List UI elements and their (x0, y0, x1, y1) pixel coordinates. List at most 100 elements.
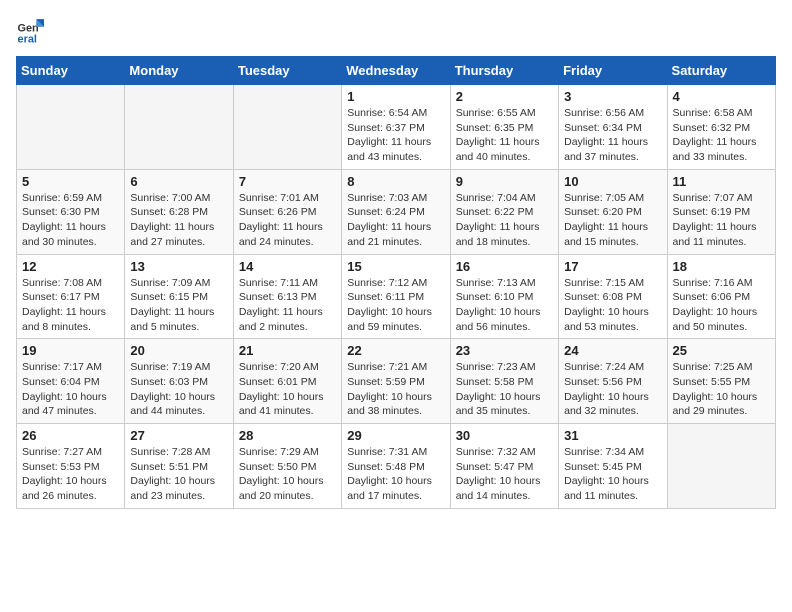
calendar-cell: 19 Sunrise: 7:17 AMSunset: 6:04 PMDayligh… (17, 339, 125, 424)
day-info: Sunrise: 7:00 AMSunset: 6:28 PMDaylight:… (130, 191, 227, 250)
calendar-cell: 17 Sunrise: 7:15 AMSunset: 6:08 PMDayligh… (559, 254, 667, 339)
day-number: 26 (22, 428, 119, 443)
day-info: Sunrise: 7:13 AMSunset: 6:10 PMDaylight:… (456, 276, 553, 335)
calendar-cell: 10 Sunrise: 7:05 AMSunset: 6:20 PMDayligh… (559, 169, 667, 254)
calendar-cell: 29 Sunrise: 7:31 AMSunset: 5:48 PMDayligh… (342, 424, 450, 509)
weekday-header: Tuesday (233, 57, 341, 85)
day-info: Sunrise: 7:32 AMSunset: 5:47 PMDaylight:… (456, 445, 553, 504)
calendar-cell: 12Sunrise: 7:08 AMSunset: 6:17 PMDayligh… (17, 254, 125, 339)
calendar-cell (667, 424, 775, 509)
calendar-cell: 30 Sunrise: 7:32 AMSunset: 5:47 PMDayligh… (450, 424, 558, 509)
calendar-cell: 16 Sunrise: 7:13 AMSunset: 6:10 PMDayligh… (450, 254, 558, 339)
day-number: 27 (130, 428, 227, 443)
calendar-cell: 11 Sunrise: 7:07 AMSunset: 6:19 PMDayligh… (667, 169, 775, 254)
day-number: 29 (347, 428, 444, 443)
day-number: 5 (22, 174, 119, 189)
calendar-cell: 2Sunrise: 6:55 AMSunset: 6:35 PMDaylight… (450, 85, 558, 170)
calendar-cell: 20 Sunrise: 7:19 AMSunset: 6:03 PMDayligh… (125, 339, 233, 424)
page-header: Gen eral (16, 16, 776, 44)
calendar-cell: 13 Sunrise: 7:09 AMSunset: 6:15 PMDayligh… (125, 254, 233, 339)
day-info: Sunrise: 7:23 AMSunset: 5:58 PMDaylight:… (456, 360, 553, 419)
day-number: 30 (456, 428, 553, 443)
logo: Gen eral (16, 16, 48, 44)
day-number: 7 (239, 174, 336, 189)
day-number: 18 (673, 259, 770, 274)
day-info: Sunrise: 6:59 AMSunset: 6:30 PMDaylight:… (22, 191, 119, 250)
day-info: Sunrise: 7:04 AMSunset: 6:22 PMDaylight:… (456, 191, 553, 250)
calendar-cell: 15Sunrise: 7:12 AMSunset: 6:11 PMDayligh… (342, 254, 450, 339)
calendar-cell: 1 Sunrise: 6:54 AMSunset: 6:37 PMDaylight… (342, 85, 450, 170)
day-number: 25 (673, 343, 770, 358)
calendar-table: SundayMondayTuesdayWednesdayThursdayFrid… (16, 56, 776, 509)
day-info: Sunrise: 6:54 AMSunset: 6:37 PMDaylight:… (347, 106, 444, 165)
day-number: 21 (239, 343, 336, 358)
calendar-cell: 14Sunrise: 7:11 AMSunset: 6:13 PMDayligh… (233, 254, 341, 339)
day-info: Sunrise: 7:08 AMSunset: 6:17 PMDaylight:… (22, 276, 119, 335)
calendar-cell (233, 85, 341, 170)
day-number: 13 (130, 259, 227, 274)
day-info: Sunrise: 7:07 AMSunset: 6:19 PMDaylight:… (673, 191, 770, 250)
calendar-cell: 24Sunrise: 7:24 AMSunset: 5:56 PMDayligh… (559, 339, 667, 424)
calendar-cell: 31 Sunrise: 7:34 AMSunset: 5:45 PMDayligh… (559, 424, 667, 509)
day-info: Sunrise: 7:03 AMSunset: 6:24 PMDaylight:… (347, 191, 444, 250)
day-info: Sunrise: 7:29 AMSunset: 5:50 PMDaylight:… (239, 445, 336, 504)
day-number: 6 (130, 174, 227, 189)
day-info: Sunrise: 7:20 AMSunset: 6:01 PMDaylight:… (239, 360, 336, 419)
weekday-header: Wednesday (342, 57, 450, 85)
calendar-cell: 28 Sunrise: 7:29 AMSunset: 5:50 PMDayligh… (233, 424, 341, 509)
day-number: 1 (347, 89, 444, 104)
weekday-header: Friday (559, 57, 667, 85)
day-info: Sunrise: 6:58 AMSunset: 6:32 PMDaylight:… (673, 106, 770, 165)
day-number: 28 (239, 428, 336, 443)
day-info: Sunrise: 7:31 AMSunset: 5:48 PMDaylight:… (347, 445, 444, 504)
day-info: Sunrise: 7:16 AMSunset: 6:06 PMDaylight:… (673, 276, 770, 335)
day-number: 9 (456, 174, 553, 189)
day-number: 8 (347, 174, 444, 189)
calendar-week-row: 19 Sunrise: 7:17 AMSunset: 6:04 PMDayligh… (17, 339, 776, 424)
day-number: 22 (347, 343, 444, 358)
calendar-cell: 23 Sunrise: 7:23 AMSunset: 5:58 PMDayligh… (450, 339, 558, 424)
calendar-cell: 6 Sunrise: 7:00 AMSunset: 6:28 PMDaylight… (125, 169, 233, 254)
calendar-week-row: 1 Sunrise: 6:54 AMSunset: 6:37 PMDaylight… (17, 85, 776, 170)
calendar-cell: 5 Sunrise: 6:59 AMSunset: 6:30 PMDaylight… (17, 169, 125, 254)
calendar-cell: 8 Sunrise: 7:03 AMSunset: 6:24 PMDaylight… (342, 169, 450, 254)
calendar-cell: 9 Sunrise: 7:04 AMSunset: 6:22 PMDaylight… (450, 169, 558, 254)
day-info: Sunrise: 7:28 AMSunset: 5:51 PMDaylight:… (130, 445, 227, 504)
day-info: Sunrise: 7:17 AMSunset: 6:04 PMDaylight:… (22, 360, 119, 419)
day-info: Sunrise: 7:15 AMSunset: 6:08 PMDaylight:… (564, 276, 661, 335)
weekday-header: Sunday (17, 57, 125, 85)
weekday-header: Monday (125, 57, 233, 85)
svg-text:eral: eral (18, 33, 37, 44)
day-number: 23 (456, 343, 553, 358)
calendar-cell: 25Sunrise: 7:25 AMSunset: 5:55 PMDayligh… (667, 339, 775, 424)
day-number: 31 (564, 428, 661, 443)
calendar-week-row: 26Sunrise: 7:27 AMSunset: 5:53 PMDayligh… (17, 424, 776, 509)
calendar-cell: 7 Sunrise: 7:01 AMSunset: 6:26 PMDaylight… (233, 169, 341, 254)
day-info: Sunrise: 7:34 AMSunset: 5:45 PMDaylight:… (564, 445, 661, 504)
day-number: 10 (564, 174, 661, 189)
calendar-cell (125, 85, 233, 170)
day-number: 4 (673, 89, 770, 104)
day-number: 19 (22, 343, 119, 358)
calendar-week-row: 5 Sunrise: 6:59 AMSunset: 6:30 PMDaylight… (17, 169, 776, 254)
weekday-header-row: SundayMondayTuesdayWednesdayThursdayFrid… (17, 57, 776, 85)
weekday-header: Thursday (450, 57, 558, 85)
calendar-cell: 27 Sunrise: 7:28 AMSunset: 5:51 PMDayligh… (125, 424, 233, 509)
day-info: Sunrise: 7:21 AMSunset: 5:59 PMDaylight:… (347, 360, 444, 419)
calendar-cell (17, 85, 125, 170)
calendar-cell: 3Sunrise: 6:56 AMSunset: 6:34 PMDaylight… (559, 85, 667, 170)
day-info: Sunrise: 7:09 AMSunset: 6:15 PMDaylight:… (130, 276, 227, 335)
day-number: 11 (673, 174, 770, 189)
day-info: Sunrise: 7:05 AMSunset: 6:20 PMDaylight:… (564, 191, 661, 250)
day-info: Sunrise: 7:19 AMSunset: 6:03 PMDaylight:… (130, 360, 227, 419)
calendar-cell: 22 Sunrise: 7:21 AMSunset: 5:59 PMDayligh… (342, 339, 450, 424)
day-number: 16 (456, 259, 553, 274)
day-number: 20 (130, 343, 227, 358)
logo-icon: Gen eral (16, 16, 44, 44)
day-info: Sunrise: 7:11 AMSunset: 6:13 PMDaylight:… (239, 276, 336, 335)
day-number: 17 (564, 259, 661, 274)
calendar-cell: 4 Sunrise: 6:58 AMSunset: 6:32 PMDaylight… (667, 85, 775, 170)
calendar-cell: 26Sunrise: 7:27 AMSunset: 5:53 PMDayligh… (17, 424, 125, 509)
day-number: 15 (347, 259, 444, 274)
day-info: Sunrise: 7:01 AMSunset: 6:26 PMDaylight:… (239, 191, 336, 250)
